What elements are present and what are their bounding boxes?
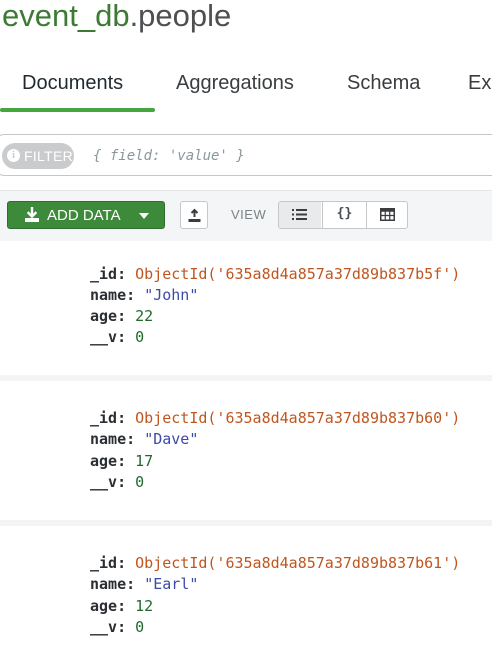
table-view-button[interactable] [366, 202, 407, 228]
document-card[interactable]: _id: ObjectId('635a8d4a857a37d89b837b61'… [0, 526, 492, 660]
field-key: age: [90, 307, 127, 325]
field-key: __v: [90, 473, 127, 491]
page-title: event_db.people [2, 0, 231, 36]
field-value-number: 0 [135, 618, 145, 636]
add-data-button[interactable]: ADD DATA [7, 201, 165, 229]
database-name[interactable]: event_db [2, 0, 130, 33]
collection-tabs: Documents Aggregations Schema Ex [0, 56, 492, 171]
braces-icon: {} [336, 206, 353, 221]
tab-schema[interactable]: Schema [347, 72, 420, 95]
tab-documents[interactable]: Documents [22, 72, 123, 95]
field-key: __v: [90, 618, 127, 636]
field-key: _id: [90, 409, 127, 427]
document-field: _id: ObjectId('635a8d4a857a37d89b837b61'… [90, 553, 460, 573]
field-value-number: 22 [135, 307, 154, 325]
field-value-number: 17 [135, 452, 154, 470]
field-key: age: [90, 597, 127, 615]
view-switcher: {} [278, 201, 408, 229]
list-view-button[interactable] [279, 202, 321, 228]
active-tab-indicator [0, 108, 155, 112]
document-field: _id: ObjectId('635a8d4a857a37d89b837b60'… [90, 408, 460, 428]
document-field: age: 22 [90, 306, 153, 326]
filter-button[interactable]: i FILTER [2, 143, 74, 169]
field-key: _id: [90, 265, 127, 283]
field-key: name: [90, 575, 136, 593]
chevron-down-icon [139, 213, 149, 219]
document-card[interactable]: _id: ObjectId('635a8d4a857a37d89b837b60'… [0, 381, 492, 521]
info-icon: i [7, 149, 20, 162]
field-value-objectid: ObjectId('635a8d4a857a37d89b837b60') [135, 409, 461, 427]
add-data-label: ADD DATA [47, 207, 121, 224]
filter-label: FILTER [24, 148, 73, 164]
document-field: _id: ObjectId('635a8d4a857a37d89b837b5f'… [90, 264, 460, 284]
compass-collection-view: event_db.people Documents Aggregations S… [0, 0, 492, 660]
tab-aggregations[interactable]: Aggregations [176, 72, 294, 95]
field-value-string: "John" [144, 286, 199, 304]
export-button[interactable] [180, 201, 208, 229]
view-label: VIEW [231, 207, 267, 222]
field-value-objectid: ObjectId('635a8d4a857a37d89b837b61') [135, 554, 461, 572]
json-view-button[interactable]: {} [322, 202, 366, 228]
field-key: _id: [90, 554, 127, 572]
field-key: age: [90, 452, 127, 470]
field-value-number: 0 [135, 328, 145, 346]
filter-input[interactable] [93, 143, 483, 169]
document-field: __v: 0 [90, 472, 144, 492]
upload-icon [188, 208, 201, 222]
field-value-number: 0 [135, 473, 145, 491]
list-icon [292, 209, 307, 220]
query-bar: i FILTER [0, 134, 492, 176]
document-field: name: "Earl" [90, 574, 198, 594]
table-icon [380, 208, 395, 221]
document-field: __v: 0 [90, 617, 144, 637]
field-value-objectid: ObjectId('635a8d4a857a37d89b837b5f') [135, 265, 461, 283]
field-value-string: "Earl" [144, 575, 199, 593]
document-field: __v: 0 [90, 327, 144, 347]
document-field: name: "Dave" [90, 429, 198, 449]
download-icon [25, 207, 39, 222]
field-key: name: [90, 430, 136, 448]
tab-explain-plan[interactable]: Ex [468, 72, 491, 95]
field-key: name: [90, 286, 136, 304]
collection-name: .people [129, 0, 232, 33]
document-field: age: 17 [90, 451, 153, 471]
document-field: age: 12 [90, 596, 153, 616]
field-value-number: 12 [135, 597, 154, 615]
field-key: __v: [90, 328, 127, 346]
documents-toolbar: ADD DATA VIEW {} [0, 190, 492, 242]
document-field: name: "John" [90, 285, 198, 305]
document-card[interactable]: _id: ObjectId('635a8d4a857a37d89b837b5f'… [0, 241, 492, 376]
field-value-string: "Dave" [144, 430, 199, 448]
